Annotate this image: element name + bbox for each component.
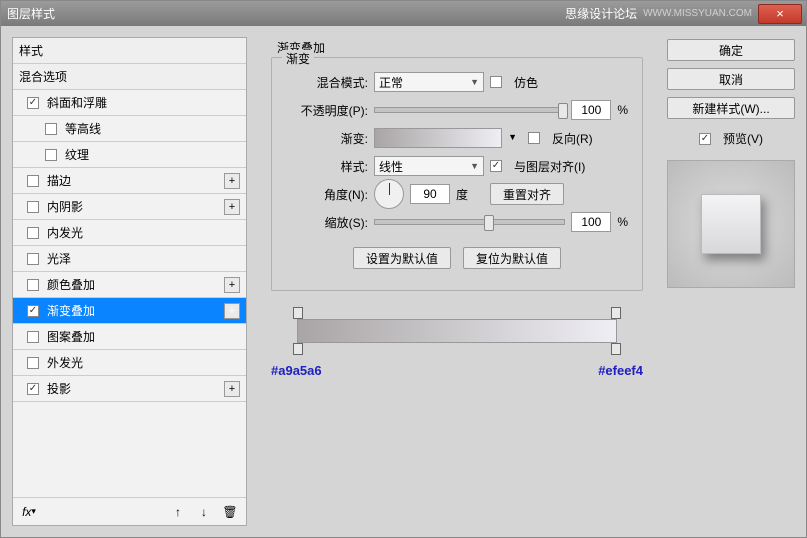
ok-button[interactable]: 确定 [667, 39, 795, 61]
move-down-icon[interactable]: ↓ [194, 502, 214, 522]
group-legend: 渐变 [282, 50, 314, 67]
chevron-down-icon: ▼ [508, 132, 517, 142]
gradient-label: 渐变: [286, 130, 368, 147]
style-label: 样式: [286, 158, 368, 175]
new-style-button[interactable]: 新建样式(W)... [667, 97, 795, 119]
angle-input[interactable]: 90 [410, 184, 450, 204]
style-item-color-overlay[interactable]: 颜色叠加 + [13, 272, 246, 298]
cancel-button[interactable]: 取消 [667, 68, 795, 90]
checkbox-pattern-overlay[interactable] [27, 331, 39, 343]
scale-input[interactable]: 100 [571, 212, 611, 232]
style-item-contour[interactable]: 等高线 [13, 116, 246, 142]
scale-slider[interactable] [374, 219, 565, 225]
style-item-stroke[interactable]: 描边 + [13, 168, 246, 194]
style-item-gradient-overlay[interactable]: 渐变叠加 + [13, 298, 246, 324]
fx-menu-icon[interactable]: fx▾ [19, 502, 39, 522]
layer-style-dialog: 图层样式 思缘设计论坛 WWW.MISSYUAN.COM × 样式 混合选项 斜… [0, 0, 807, 538]
style-item-texture[interactable]: 纹理 [13, 142, 246, 168]
preview-thumbnail [701, 194, 761, 254]
chevron-down-icon: ▼ [470, 77, 479, 87]
move-up-icon[interactable]: ↑ [168, 502, 188, 522]
gradient-group: 渐变 混合模式: 正常▼ 仿色 不透明度(P): 100 [271, 57, 643, 291]
color-stop-left[interactable] [293, 343, 303, 355]
settings-panel: 渐变叠加 渐变 混合模式: 正常▼ 仿色 不透明度(P): [257, 37, 657, 526]
scale-label: 缩放(S): [286, 214, 368, 231]
styles-header[interactable]: 样式 [13, 38, 246, 64]
align-checkbox[interactable]: 与图层对齐(I) [490, 158, 585, 175]
style-select[interactable]: 线性▼ [374, 156, 484, 176]
set-default-button[interactable]: 设置为默认值 [353, 247, 451, 269]
gradient-picker[interactable]: ▼ [374, 128, 502, 148]
opacity-label: 不透明度(P): [286, 102, 368, 119]
blend-options-header[interactable]: 混合选项 [13, 64, 246, 90]
sidebar-footer: fx▾ ↑ ↓ 🗑 [13, 497, 246, 525]
action-panel: 确定 取消 新建样式(W)... 预览(V) [667, 37, 795, 526]
style-item-inner-glow[interactable]: 内发光 [13, 220, 246, 246]
style-item-pattern-overlay[interactable]: 图案叠加 [13, 324, 246, 350]
window-title: 图层样式 [5, 5, 565, 22]
chevron-down-icon: ▼ [470, 161, 479, 171]
slider-thumb[interactable] [558, 103, 568, 119]
checkbox-bevel[interactable] [27, 97, 39, 109]
style-item-satin[interactable]: 光泽 [13, 246, 246, 272]
styles-sidebar: 样式 混合选项 斜面和浮雕 等高线 纹理 描边 + [12, 37, 247, 526]
reset-default-button[interactable]: 复位为默认值 [463, 247, 561, 269]
gradient-bar[interactable] [297, 319, 617, 343]
style-item-inner-shadow[interactable]: 内阴影 + [13, 194, 246, 220]
add-color-overlay-button[interactable]: + [224, 277, 240, 293]
opacity-stop-left[interactable] [293, 307, 303, 319]
checkbox-satin[interactable] [27, 253, 39, 265]
checkbox-stroke[interactable] [27, 175, 39, 187]
color-hex-right: #efeef4 [598, 363, 643, 378]
preview-checkbox[interactable]: 预览(V) [667, 130, 795, 147]
close-button[interactable]: × [758, 4, 802, 24]
checkbox-outer-glow[interactable] [27, 357, 39, 369]
checkbox-color-overlay[interactable] [27, 279, 39, 291]
titlebar: 图层样式 思缘设计论坛 WWW.MISSYUAN.COM × [1, 1, 806, 26]
slider-thumb[interactable] [484, 215, 494, 231]
checkbox-inner-shadow[interactable] [27, 201, 39, 213]
opacity-slider[interactable] [374, 107, 565, 113]
trash-icon[interactable]: 🗑 [220, 502, 240, 522]
checkbox-contour[interactable] [45, 123, 57, 135]
opacity-input[interactable]: 100 [571, 100, 611, 120]
opacity-stop-right[interactable] [611, 307, 621, 319]
preview-box [667, 160, 795, 288]
checkbox-inner-glow[interactable] [27, 227, 39, 239]
add-stroke-button[interactable]: + [224, 173, 240, 189]
reset-align-button[interactable]: 重置对齐 [490, 183, 564, 205]
style-item-drop-shadow[interactable]: 投影 + [13, 376, 246, 402]
color-stop-right[interactable] [611, 343, 621, 355]
blend-mode-select[interactable]: 正常▼ [374, 72, 484, 92]
dither-checkbox[interactable]: 仿色 [490, 74, 538, 91]
checkbox-gradient-overlay[interactable] [27, 305, 39, 317]
style-item-outer-glow[interactable]: 外发光 [13, 350, 246, 376]
gradient-editor: #a9a5a6 #efeef4 [271, 309, 643, 379]
url-text: WWW.MISSYUAN.COM [643, 8, 752, 19]
style-item-bevel[interactable]: 斜面和浮雕 [13, 90, 246, 116]
color-hex-left: #a9a5a6 [271, 363, 322, 378]
checkbox-drop-shadow[interactable] [27, 383, 39, 395]
angle-label: 角度(N): [286, 186, 368, 203]
reverse-checkbox[interactable]: 反向(R) [528, 130, 593, 147]
blend-mode-label: 混合模式: [286, 74, 368, 91]
angle-dial[interactable] [374, 179, 404, 209]
add-drop-shadow-button[interactable]: + [224, 381, 240, 397]
add-inner-shadow-button[interactable]: + [224, 199, 240, 215]
close-icon: × [776, 6, 784, 21]
checkbox-texture[interactable] [45, 149, 57, 161]
add-gradient-overlay-button[interactable]: + [224, 303, 240, 319]
forum-text: 思缘设计论坛 [565, 5, 637, 22]
